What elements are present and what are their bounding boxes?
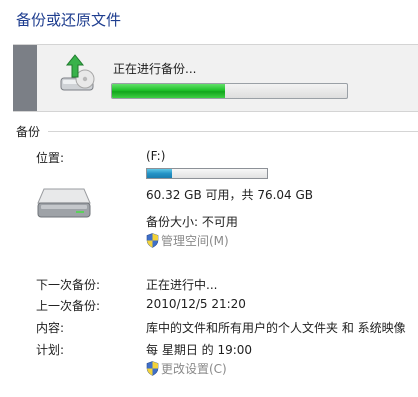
hard-drive-icon (37, 188, 91, 218)
uac-shield-icon (146, 233, 159, 248)
backup-drive-arrow-icon (60, 54, 95, 91)
backup-status-text: 正在进行备份... (113, 62, 197, 76)
drive-free-space: 60.32 GB 可用，共 76.04 GB (146, 188, 314, 202)
change-settings-label: 更改设置(C) (161, 362, 227, 376)
backup-progress-fill (112, 84, 225, 98)
section-backup-label: 备份 (16, 125, 41, 139)
drive-usage-bar (146, 168, 268, 179)
backup-restore-window: 备份或还原文件 正在进行备份... 备份 位置: (F:) 60.32 GB 可… (0, 0, 418, 397)
location-label: 位置: (36, 151, 65, 165)
last-backup-label: 上一次备份: (36, 299, 101, 313)
status-strip (13, 45, 37, 111)
drive-usage-fill (147, 169, 173, 178)
contents-value: 库中的文件和所有用户的个人文件夹 和 系统映像 (146, 321, 406, 335)
backup-progress-bar (111, 83, 348, 99)
next-backup-label: 下一次备份: (36, 278, 101, 292)
last-backup-value: 2010/12/5 21:20 (146, 297, 246, 311)
drive-letter: (F:) (146, 149, 166, 163)
section-divider (48, 131, 418, 132)
page-title: 备份或还原文件 (16, 11, 122, 29)
backup-status-panel: 正在进行备份... (13, 44, 418, 112)
next-backup-value: 正在进行中... (146, 278, 218, 292)
contents-label: 内容: (36, 321, 65, 335)
schedule-label: 计划: (36, 343, 65, 357)
schedule-value: 每 星期日 的 19:00 (146, 343, 253, 357)
uac-shield-icon (146, 361, 159, 376)
change-settings-link[interactable]: 更改设置(C) (146, 360, 227, 377)
backup-size: 备份大小: 不可用 (146, 215, 238, 229)
manage-space-label: 管理空间(M) (161, 234, 229, 248)
manage-space-link[interactable]: 管理空间(M) (146, 232, 229, 249)
